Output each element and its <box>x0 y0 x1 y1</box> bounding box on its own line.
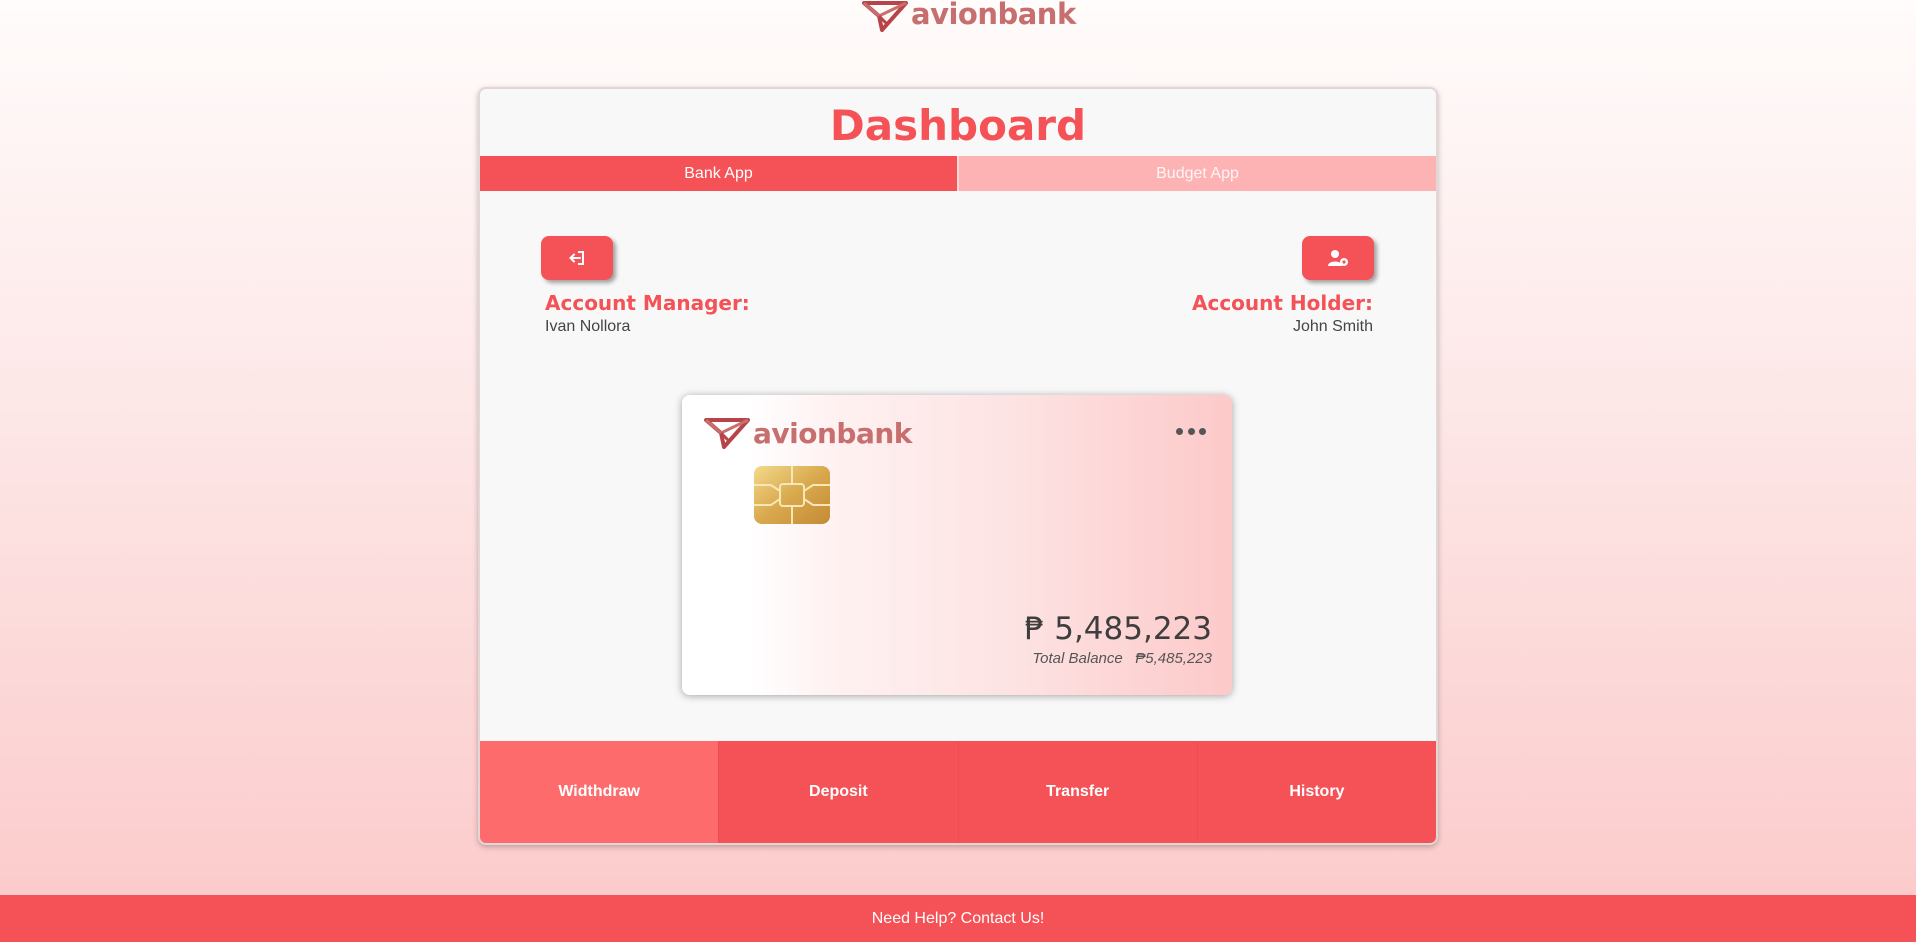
footer-help-link[interactable]: Need Help? Contact Us! <box>0 895 1916 942</box>
account-holder-name: John Smith <box>1292 318 1373 335</box>
account-manager-label: Account Manager: <box>545 291 750 315</box>
account-holder-label: Account Holder: <box>1191 291 1373 315</box>
card-logo: avionbank <box>704 417 912 451</box>
total-balance-label: Total Balance <box>1032 650 1123 667</box>
total-balance-value: ₱5,485,223 <box>1135 650 1212 667</box>
logout-icon <box>569 251 584 265</box>
more-horizontal-icon[interactable] <box>1176 425 1206 437</box>
paper-plane-icon <box>704 418 750 449</box>
withdraw-button[interactable]: Widthdraw <box>480 741 719 843</box>
brand-name: avionbank <box>911 0 1076 31</box>
profile-settings-button[interactable] <box>1302 236 1374 280</box>
app-tabs: Bank App Budget App <box>480 156 1436 191</box>
chip-icon <box>754 466 830 524</box>
top-logo[interactable]: avionbank <box>862 0 1076 34</box>
history-button[interactable]: History <box>1196 741 1436 843</box>
deposit-button[interactable]: Deposit <box>718 741 958 843</box>
action-bar: Widthdraw Deposit Transfer History <box>480 741 1436 843</box>
tab-bank-app[interactable]: Bank App <box>480 156 957 191</box>
account-manager-name: Ivan Nollora <box>545 318 631 335</box>
user-settings-icon <box>1328 250 1348 266</box>
card-brand-name: avionbank <box>753 417 912 450</box>
total-balance-row: Total Balance ₱5,485,223 <box>1032 650 1212 667</box>
logout-button[interactable] <box>541 236 613 280</box>
transfer-button[interactable]: Transfer <box>957 741 1197 843</box>
bank-card: avionbank ₱ 5,485,223 Total Balance ₱5,4… <box>682 395 1232 695</box>
dashboard-panel: Dashboard Bank App Budget App Account Ma… <box>478 87 1438 845</box>
page-title: Dashboard <box>829 101 1087 150</box>
paper-plane-icon <box>862 1 908 32</box>
tab-budget-app[interactable]: Budget App <box>957 156 1436 191</box>
card-balance: ₱ 5,485,223 <box>1024 611 1212 647</box>
